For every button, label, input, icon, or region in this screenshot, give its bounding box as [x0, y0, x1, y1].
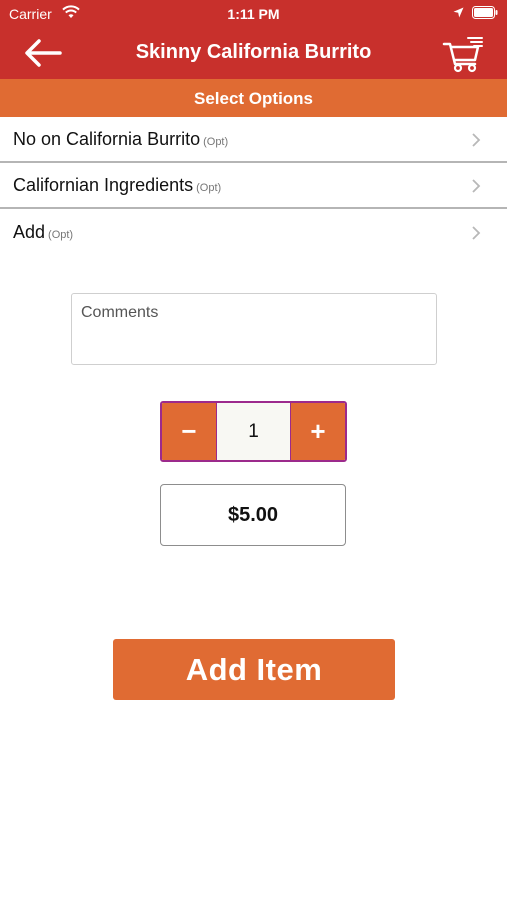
chevron-right-icon — [472, 226, 481, 240]
status-bar: Carrier 1:11 PM — [0, 0, 507, 28]
option-label: Add (Opt) — [13, 222, 73, 243]
option-optional-tag: (Opt) — [196, 182, 222, 194]
cart-icon — [442, 37, 483, 73]
app-header: Carrier 1:11 PM Skinny California Burrit… — [0, 0, 507, 79]
option-row-no-on-california-burrito[interactable]: No on California Burrito (Opt) — [0, 117, 507, 163]
option-row-californian-ingredients[interactable]: Californian Ingredients (Opt) — [0, 163, 507, 209]
option-label: No on California Burrito (Opt) — [13, 129, 228, 150]
option-label-text: No on California Burrito — [13, 129, 201, 149]
cart-button[interactable] — [440, 32, 486, 74]
quantity-value[interactable]: 1 — [217, 403, 290, 460]
price-display: $5.00 — [160, 484, 346, 546]
option-label: Californian Ingredients (Opt) — [13, 175, 221, 196]
battery-icon — [472, 6, 498, 19]
status-time: 1:11 PM — [227, 6, 280, 22]
option-optional-tag: (Opt) — [203, 136, 229, 148]
decrement-button[interactable]: − — [162, 403, 217, 460]
chevron-right-icon — [472, 179, 481, 193]
section-header: Select Options — [0, 79, 507, 117]
increment-button[interactable]: + — [290, 403, 345, 460]
option-label-text: Add — [13, 222, 46, 242]
option-row-add[interactable]: Add (Opt) — [0, 210, 507, 256]
back-button[interactable] — [20, 36, 66, 70]
quantity-stepper: − 1 + — [160, 401, 347, 462]
arrow-left-icon — [25, 39, 62, 67]
nav-bar: Skinny California Burrito — [0, 28, 507, 79]
option-optional-tag: (Opt) — [48, 229, 74, 241]
page-title: Skinny California Burrito — [135, 41, 372, 63]
comments-field[interactable] — [71, 293, 437, 365]
chevron-right-icon — [472, 133, 481, 147]
add-item-button[interactable]: Add Item — [113, 639, 395, 700]
option-label-text: Californian Ingredients — [13, 175, 194, 195]
location-icon — [453, 7, 464, 18]
